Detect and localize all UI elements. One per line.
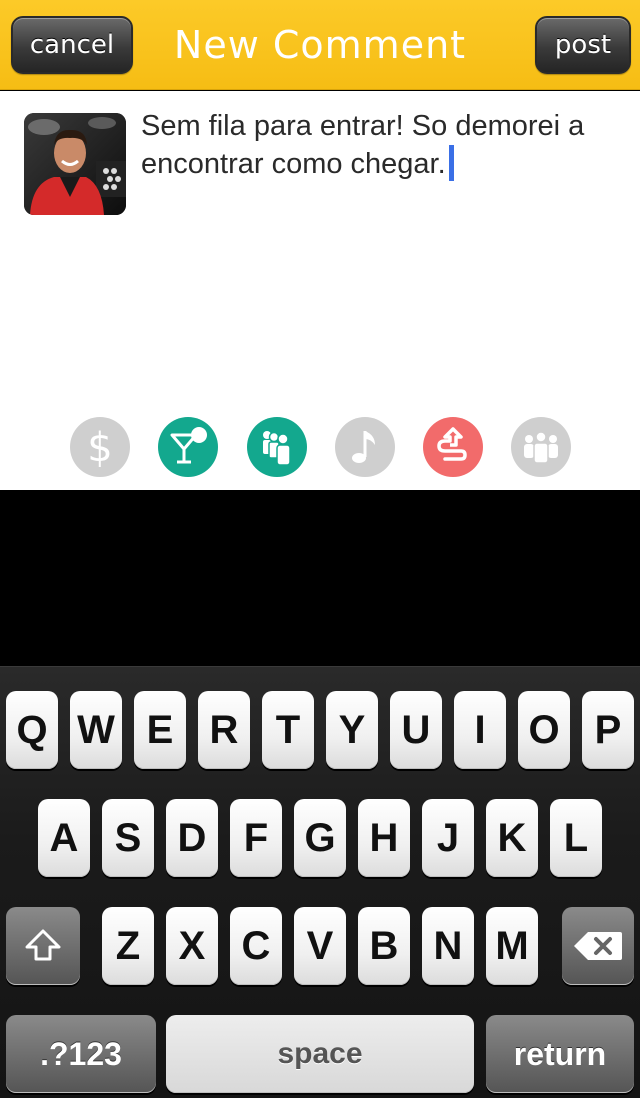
keyboard: Q W E R T Y U I O P A S D F G H J K L Z …: [0, 666, 640, 1098]
page-title: New Comment: [173, 23, 467, 67]
key-w[interactable]: W: [70, 691, 122, 769]
comment-input[interactable]: Sem fila para entrar! So demorei a encon…: [141, 107, 621, 183]
price-icon[interactable]: $: [70, 417, 130, 477]
key-z[interactable]: Z: [102, 907, 154, 985]
key-b[interactable]: B: [358, 907, 410, 985]
key-o[interactable]: O: [518, 691, 570, 769]
key-h[interactable]: H: [358, 799, 410, 877]
key-t[interactable]: T: [262, 691, 314, 769]
shift-key[interactable]: [6, 907, 80, 985]
key-q[interactable]: Q: [6, 691, 58, 769]
key-m[interactable]: M: [486, 907, 538, 985]
key-p[interactable]: P: [582, 691, 634, 769]
key-l[interactable]: L: [550, 799, 602, 877]
key-u[interactable]: U: [390, 691, 442, 769]
avatar: [24, 113, 126, 215]
text-cursor: [448, 145, 454, 181]
cancel-button[interactable]: cancel: [11, 16, 133, 74]
numbers-key[interactable]: .?123: [6, 1015, 156, 1093]
post-button[interactable]: post: [535, 16, 631, 74]
key-c[interactable]: C: [230, 907, 282, 985]
space-key[interactable]: space: [166, 1015, 474, 1093]
key-j[interactable]: J: [422, 799, 474, 877]
empty-area: [0, 490, 640, 666]
key-a[interactable]: A: [38, 799, 90, 877]
key-r[interactable]: R: [198, 691, 250, 769]
backspace-icon: [574, 932, 622, 960]
key-e[interactable]: E: [134, 691, 186, 769]
queue-line-icon[interactable]: [423, 417, 483, 477]
compose-area: Sem fila para entrar! So demorei a encon…: [0, 91, 640, 490]
key-i[interactable]: I: [454, 691, 506, 769]
shift-arrow-icon: [25, 929, 61, 961]
group-icon[interactable]: [511, 417, 571, 477]
svg-text:$: $: [87, 425, 112, 469]
key-n[interactable]: N: [422, 907, 474, 985]
key-x[interactable]: X: [166, 907, 218, 985]
key-k[interactable]: K: [486, 799, 538, 877]
nav-bar: cancel New Comment post: [0, 0, 640, 90]
comment-text: Sem fila para entrar! So demorei a encon…: [141, 110, 585, 180]
key-s[interactable]: S: [102, 799, 154, 877]
category-bar: $: [0, 417, 640, 477]
music-note-icon[interactable]: [335, 417, 395, 477]
return-key[interactable]: return: [486, 1015, 634, 1093]
key-y[interactable]: Y: [326, 691, 378, 769]
key-f[interactable]: F: [230, 799, 282, 877]
key-g[interactable]: G: [294, 799, 346, 877]
cocktail-icon[interactable]: [158, 417, 218, 477]
crowd-icon[interactable]: [247, 417, 307, 477]
key-v[interactable]: V: [294, 907, 346, 985]
key-d[interactable]: D: [166, 799, 218, 877]
backspace-key[interactable]: [562, 907, 634, 985]
